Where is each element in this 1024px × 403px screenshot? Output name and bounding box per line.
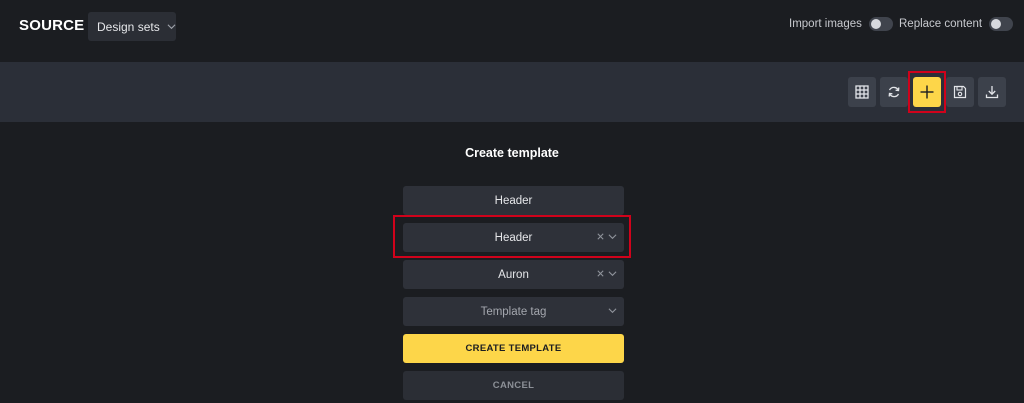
refresh-button[interactable]: [880, 77, 908, 107]
template-name-value: Header: [494, 194, 533, 207]
add-template-button[interactable]: [913, 77, 941, 107]
top-bar: SOURCE Design sets Import images Replace…: [0, 0, 1024, 62]
clear-icon[interactable]: [596, 269, 605, 278]
clear-icon[interactable]: [596, 232, 605, 241]
template-tag-controls: [608, 306, 617, 315]
chevron-down-icon: [167, 24, 176, 30]
template-type-controls: [596, 232, 617, 241]
template-type-value: Header: [494, 231, 533, 244]
create-template-button[interactable]: CREATE TEMPLATE: [403, 334, 624, 363]
grid-button[interactable]: [848, 77, 876, 107]
grid-icon: [855, 85, 869, 99]
floppy-disk-icon: [953, 85, 967, 99]
template-name-input[interactable]: Header: [403, 186, 624, 215]
import-images-label: Import images: [789, 18, 862, 30]
toolbar: [0, 62, 1024, 122]
import-images-setting: Import images: [789, 17, 893, 31]
cancel-button[interactable]: CANCEL: [403, 371, 624, 400]
template-brand-controls: [596, 269, 617, 278]
replace-content-toggle[interactable]: [989, 17, 1014, 31]
template-brand-value: Auron: [498, 268, 529, 281]
download-button[interactable]: [978, 77, 1006, 107]
template-type-select[interactable]: Header: [403, 223, 624, 252]
chevron-down-icon: [608, 308, 617, 314]
template-brand-select[interactable]: Auron: [403, 260, 624, 289]
import-images-toggle[interactable]: [868, 17, 893, 31]
design-sets-label: Design sets: [97, 19, 160, 34]
refresh-icon: [888, 86, 900, 98]
form-title: Create template: [465, 146, 559, 160]
chevron-down-icon: [608, 234, 617, 240]
download-icon: [985, 86, 999, 99]
chevron-down-icon: [608, 271, 617, 277]
template-tag-select[interactable]: Template tag: [403, 297, 624, 326]
plus-icon: [920, 85, 934, 99]
brand-logo: SOURCE: [19, 17, 85, 34]
save-button[interactable]: [946, 77, 974, 107]
replace-content-setting: Replace content: [899, 17, 1014, 31]
design-sets-dropdown[interactable]: Design sets: [88, 12, 176, 41]
template-tag-placeholder: Template tag: [480, 305, 547, 318]
replace-content-label: Replace content: [899, 18, 983, 30]
